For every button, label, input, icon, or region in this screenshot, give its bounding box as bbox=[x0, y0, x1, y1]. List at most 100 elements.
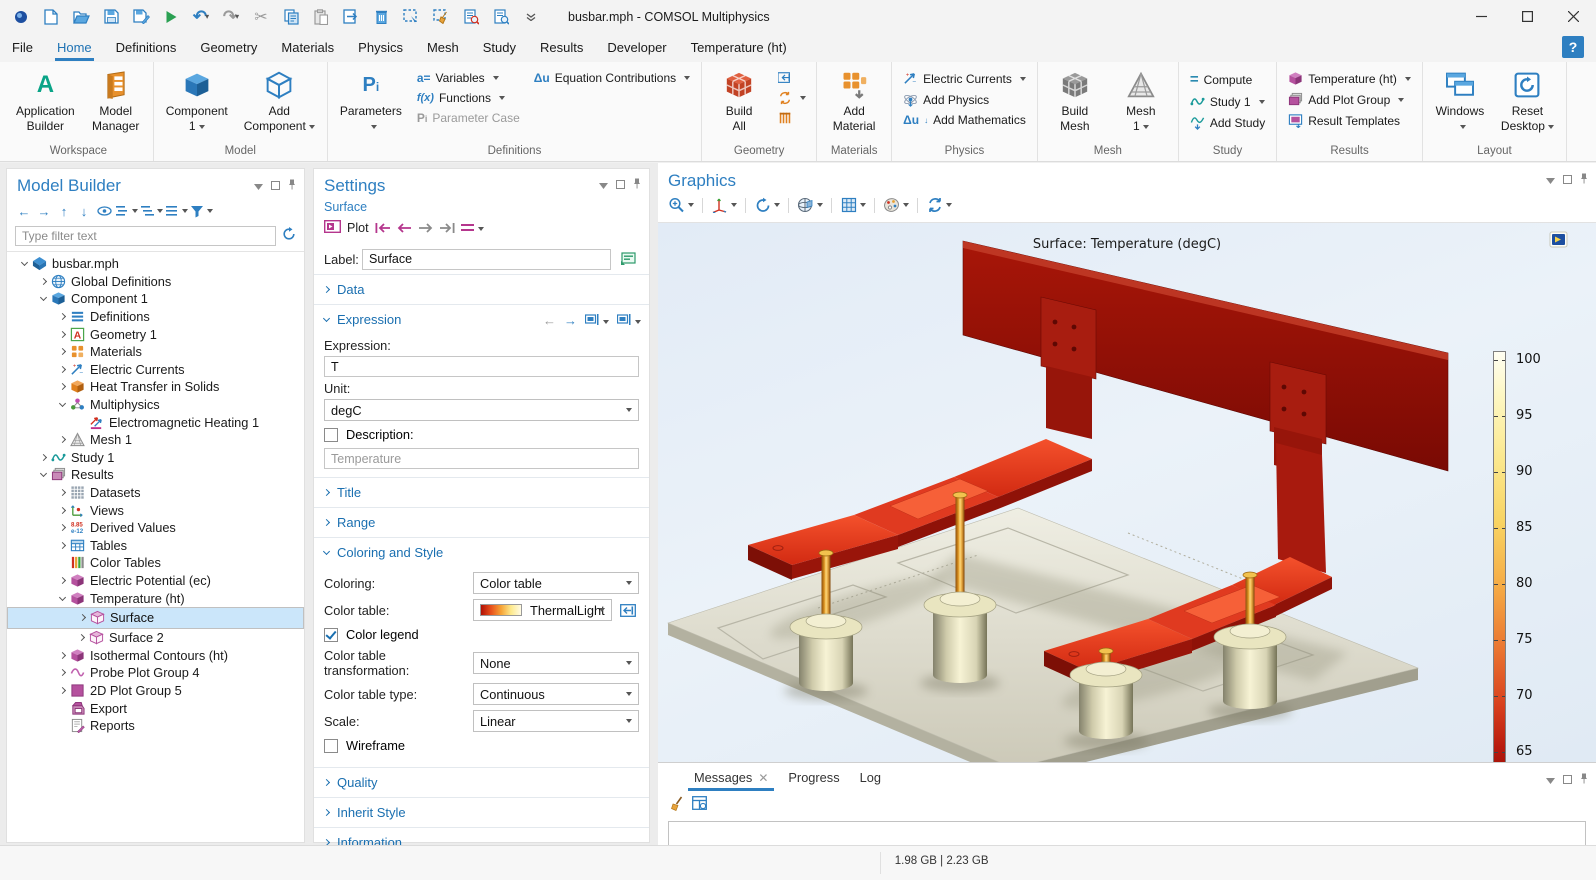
close-icon[interactable] bbox=[1550, 0, 1596, 33]
plot-area[interactable]: Surface: Temperature (degC) 100959085807… bbox=[658, 222, 1596, 762]
collapse-icon[interactable] bbox=[17, 262, 31, 265]
find-in-model-icon[interactable] bbox=[488, 5, 514, 29]
collapse-icon[interactable] bbox=[55, 597, 69, 600]
save-icon[interactable] bbox=[98, 5, 124, 29]
expand-icon[interactable] bbox=[55, 490, 69, 495]
tab-messages[interactable]: Messages✕ bbox=[686, 770, 776, 791]
expand-icon[interactable] bbox=[55, 670, 69, 675]
add-study-button[interactable]: Add Study bbox=[1185, 113, 1270, 132]
wireframe-checkbox[interactable] bbox=[324, 739, 338, 753]
next-plot-icon[interactable] bbox=[418, 221, 433, 236]
show-icon[interactable] bbox=[95, 202, 113, 220]
insert-expression-icon[interactable] bbox=[585, 313, 609, 328]
undo-icon[interactable]: ↶▾ bbox=[188, 5, 214, 29]
more-commands-icon[interactable] bbox=[518, 5, 544, 29]
section-range[interactable]: Range bbox=[314, 507, 649, 537]
expand-icon[interactable] bbox=[55, 525, 69, 530]
menu-mesh[interactable]: Mesh bbox=[415, 33, 471, 62]
axes-icon[interactable] bbox=[709, 196, 739, 214]
paste-icon[interactable] bbox=[308, 5, 334, 29]
menu-study[interactable]: Study bbox=[471, 33, 528, 62]
doc-icon[interactable] bbox=[617, 248, 639, 270]
livelink-button[interactable] bbox=[774, 89, 810, 107]
coloring-select[interactable]: Color table bbox=[473, 572, 639, 594]
section-inherit-style[interactable]: Inherit Style bbox=[314, 797, 649, 827]
expand-icon[interactable] bbox=[55, 367, 69, 372]
windows-button[interactable]: Windows bbox=[1429, 64, 1491, 136]
add-material-button[interactable]: AddMaterial bbox=[823, 64, 885, 136]
functions-button[interactable]: f(x)Functions bbox=[412, 89, 525, 107]
menu-home[interactable]: Home bbox=[45, 33, 104, 62]
filter-icon[interactable] bbox=[190, 202, 213, 220]
expand-icon[interactable] bbox=[74, 635, 88, 640]
menu-physics[interactable]: Physics bbox=[346, 33, 415, 62]
build-all-button[interactable]: BuildAll bbox=[708, 64, 770, 136]
parameter-case-button[interactable]: PiParameter Case bbox=[412, 109, 525, 127]
tree-item-global-definitions[interactable]: Global Definitions bbox=[7, 273, 304, 291]
description-input[interactable] bbox=[324, 448, 639, 469]
label-input[interactable] bbox=[362, 249, 611, 270]
build-mesh-button[interactable]: BuildMesh bbox=[1044, 64, 1106, 136]
temperature-ht--button[interactable]: Temperature (ht) bbox=[1283, 69, 1416, 88]
model-manager-button[interactable]: ModelManager bbox=[85, 64, 147, 136]
reset-desktop-button[interactable]: ResetDesktop bbox=[1495, 64, 1560, 136]
tree-item-multiphysics[interactable]: Multiphysics bbox=[7, 396, 304, 414]
tree-item-surface[interactable]: Surface bbox=[7, 607, 304, 629]
tree-item-export[interactable]: Export bbox=[7, 699, 304, 717]
plot-icon[interactable] bbox=[324, 220, 341, 236]
panel-menu-icon[interactable] bbox=[1546, 171, 1555, 189]
parameters-button[interactable]: PiParameters bbox=[334, 64, 408, 136]
section-data[interactable]: Data bbox=[314, 274, 649, 304]
section-expression[interactable]: Expression ← → bbox=[314, 304, 649, 334]
tree-item-reports[interactable]: Reports bbox=[7, 717, 304, 735]
save-as-icon[interactable] bbox=[128, 5, 154, 29]
tree-item-tables[interactable]: Tables bbox=[7, 537, 304, 555]
select-icon[interactable] bbox=[398, 5, 424, 29]
copy-icon[interactable] bbox=[278, 5, 304, 29]
move-down-icon[interactable]: ↓ bbox=[75, 202, 93, 220]
expand-icon[interactable] bbox=[55, 384, 69, 389]
tree-item-electromagnetic-heating-1[interactable]: Electromagnetic Heating 1 bbox=[7, 413, 304, 431]
component-1-button[interactable]: Component1 bbox=[160, 64, 234, 136]
tree-item-busbar-mph[interactable]: busbar.mph bbox=[7, 255, 304, 273]
next-expression-icon[interactable]: → bbox=[564, 313, 577, 328]
filter-input[interactable] bbox=[15, 226, 276, 246]
tree-item-electric-potential-ec-[interactable]: Electric Potential (ec) bbox=[7, 572, 304, 590]
section-coloring[interactable]: Coloring and Style bbox=[314, 537, 649, 567]
panel-menu-icon[interactable] bbox=[254, 177, 263, 195]
panel-menu-icon[interactable] bbox=[599, 177, 608, 192]
collapse-icon[interactable] bbox=[55, 403, 69, 406]
section-title[interactable]: Title bbox=[314, 477, 649, 507]
find-icon[interactable] bbox=[458, 5, 484, 29]
model-tree-nodes-icon[interactable] bbox=[165, 202, 188, 220]
tree-item-mesh-1[interactable]: Mesh 1 bbox=[7, 431, 304, 449]
tree-item-datasets[interactable]: Datasets bbox=[7, 484, 304, 502]
add-physics-button[interactable]: Add Physics bbox=[898, 90, 1031, 109]
expand-icon[interactable] bbox=[55, 688, 69, 693]
tree-item-definitions[interactable]: Definitions bbox=[7, 308, 304, 326]
menu-results[interactable]: Results bbox=[528, 33, 595, 62]
expand-icon[interactable] bbox=[55, 437, 69, 442]
delete-icon[interactable] bbox=[368, 5, 394, 29]
replace-expression-icon[interactable] bbox=[617, 313, 641, 328]
section-quality[interactable]: Quality bbox=[314, 767, 649, 797]
mesh-1-button[interactable]: Mesh1 bbox=[1110, 64, 1172, 136]
previous-plot-icon[interactable] bbox=[397, 221, 412, 236]
table-icon[interactable] bbox=[692, 796, 707, 816]
messages-log-box[interactable] bbox=[668, 821, 1586, 847]
collapse-icon[interactable] bbox=[36, 297, 50, 300]
pin-icon[interactable] bbox=[633, 177, 641, 192]
menu-temperature-ht-[interactable]: Temperature (ht) bbox=[679, 33, 799, 62]
expand-icon[interactable] bbox=[55, 543, 69, 548]
panel-menu-icon[interactable] bbox=[1546, 771, 1555, 789]
menu-definitions[interactable]: Definitions bbox=[104, 33, 189, 62]
tree-item-study-1[interactable]: Study 1 bbox=[7, 449, 304, 467]
float-icon[interactable] bbox=[1563, 771, 1572, 789]
redo-icon[interactable]: ↷▾ bbox=[218, 5, 244, 29]
new-file-icon[interactable] bbox=[38, 5, 64, 29]
expand-icon[interactable] bbox=[55, 314, 69, 319]
float-icon[interactable] bbox=[1563, 171, 1572, 189]
move-up-icon[interactable]: ↑ bbox=[55, 202, 73, 220]
expand-icon[interactable] bbox=[55, 349, 69, 354]
tree-item-geometry-1[interactable]: AGeometry 1 bbox=[7, 325, 304, 343]
